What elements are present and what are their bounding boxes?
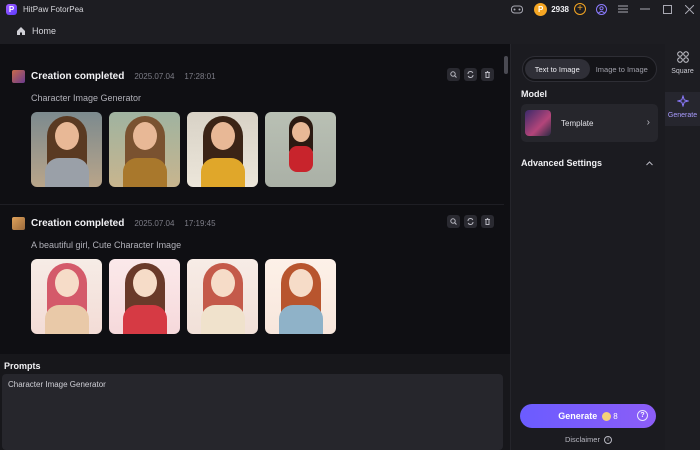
generated-image[interactable]	[187, 259, 258, 334]
title-bar: P HitPaw FotorPea P 2938 +	[0, 0, 700, 18]
home-link[interactable]: Home	[32, 26, 56, 36]
result-card: Creation completed 2025.07.04 17:28:01 C…	[0, 58, 504, 214]
generate-button[interactable]: Generate 8 ?	[520, 404, 656, 428]
sparkle-icon	[675, 94, 690, 110]
generated-image[interactable]	[265, 259, 336, 334]
breadcrumb: Home	[0, 18, 700, 44]
disclaimer-link[interactable]: Disclaimer i	[511, 435, 666, 445]
delete-icon[interactable]	[481, 68, 494, 81]
nav-square[interactable]: Square	[665, 48, 700, 82]
result-time: 17:28:01	[184, 71, 216, 81]
prompt-input[interactable]: Character Image Generator	[2, 374, 503, 450]
coin-icon: P	[534, 2, 548, 16]
model-label: Model	[521, 89, 547, 99]
tab-image-to-image[interactable]: Image to Image	[590, 59, 655, 79]
result-title: Creation completed	[31, 70, 125, 82]
result-title: Creation completed	[31, 217, 125, 229]
mode-tabs: Text to Image Image to Image	[522, 56, 657, 82]
user-icon[interactable]	[590, 0, 612, 18]
regenerate-icon[interactable]	[464, 215, 477, 228]
scrollbar[interactable]	[504, 56, 508, 74]
prompt-text: Character Image Generator	[8, 380, 106, 389]
model-selector[interactable]: Template ›	[521, 104, 658, 142]
app-title: HitPaw FotorPea	[23, 4, 84, 14]
result-prompt: Character Image Generator	[31, 93, 142, 103]
generate-cost: 8	[613, 411, 618, 421]
zoom-icon[interactable]	[447, 68, 460, 81]
prompts-section: Prompts Character Image Generator	[0, 354, 510, 450]
results-area: Creation completed 2025.07.04 17:28:01 C…	[0, 44, 510, 354]
coin-icon	[602, 411, 612, 421]
nav-generate-label: Generate	[667, 112, 698, 119]
maximize-icon[interactable]	[656, 0, 678, 18]
help-icon[interactable]: ?	[637, 410, 648, 421]
nav-generate[interactable]: Generate	[665, 92, 700, 126]
close-icon[interactable]	[678, 0, 700, 18]
advanced-settings-toggle[interactable]: Advanced Settings	[521, 158, 602, 168]
generated-image[interactable]	[31, 112, 102, 187]
result-date: 2025.07.04	[134, 218, 175, 228]
generated-image[interactable]	[31, 259, 102, 334]
home-icon[interactable]	[16, 26, 26, 36]
info-icon: i	[604, 436, 613, 445]
generated-image[interactable]	[187, 112, 258, 187]
result-date: 2025.07.04	[134, 71, 175, 81]
generated-image[interactable]	[109, 112, 180, 187]
result-time: 17:19:45	[184, 218, 216, 228]
side-nav: Square Generate	[665, 44, 700, 450]
app-logo: P	[6, 3, 17, 15]
menu-icon[interactable]	[612, 0, 634, 18]
result-prompt: A beautiful girl, Cute Character Image	[31, 240, 182, 250]
result-card: Creation completed 2025.07.04 17:19:45 A…	[0, 204, 504, 354]
minimize-icon[interactable]	[634, 0, 656, 18]
generate-label: Generate	[558, 411, 598, 421]
tab-text-to-image[interactable]: Text to Image	[525, 59, 590, 79]
generated-image[interactable]	[109, 259, 180, 334]
nav-square-label: Square	[671, 68, 694, 75]
coin-balance[interactable]: P 2938 +	[534, 2, 586, 16]
settings-panel: Text to Image Image to Image Model Templ…	[510, 44, 665, 450]
model-thumbnail	[525, 110, 551, 136]
model-name: Template	[561, 118, 594, 128]
zoom-icon[interactable]	[447, 215, 460, 228]
coin-count: 2938	[551, 4, 569, 14]
regenerate-icon[interactable]	[464, 68, 477, 81]
result-thumbnail	[12, 216, 25, 230]
disclaimer-label: Disclaimer	[564, 435, 600, 444]
prompts-title: Prompts	[4, 361, 41, 371]
add-coins-button[interactable]: +	[574, 3, 586, 15]
generated-image[interactable]	[265, 112, 336, 187]
chevron-up-icon[interactable]	[646, 158, 653, 168]
delete-icon[interactable]	[481, 215, 494, 228]
gamepad-icon[interactable]	[506, 0, 528, 18]
square-grid-icon	[676, 51, 689, 66]
chevron-right-icon: ›	[646, 117, 650, 128]
result-thumbnail	[12, 69, 25, 83]
